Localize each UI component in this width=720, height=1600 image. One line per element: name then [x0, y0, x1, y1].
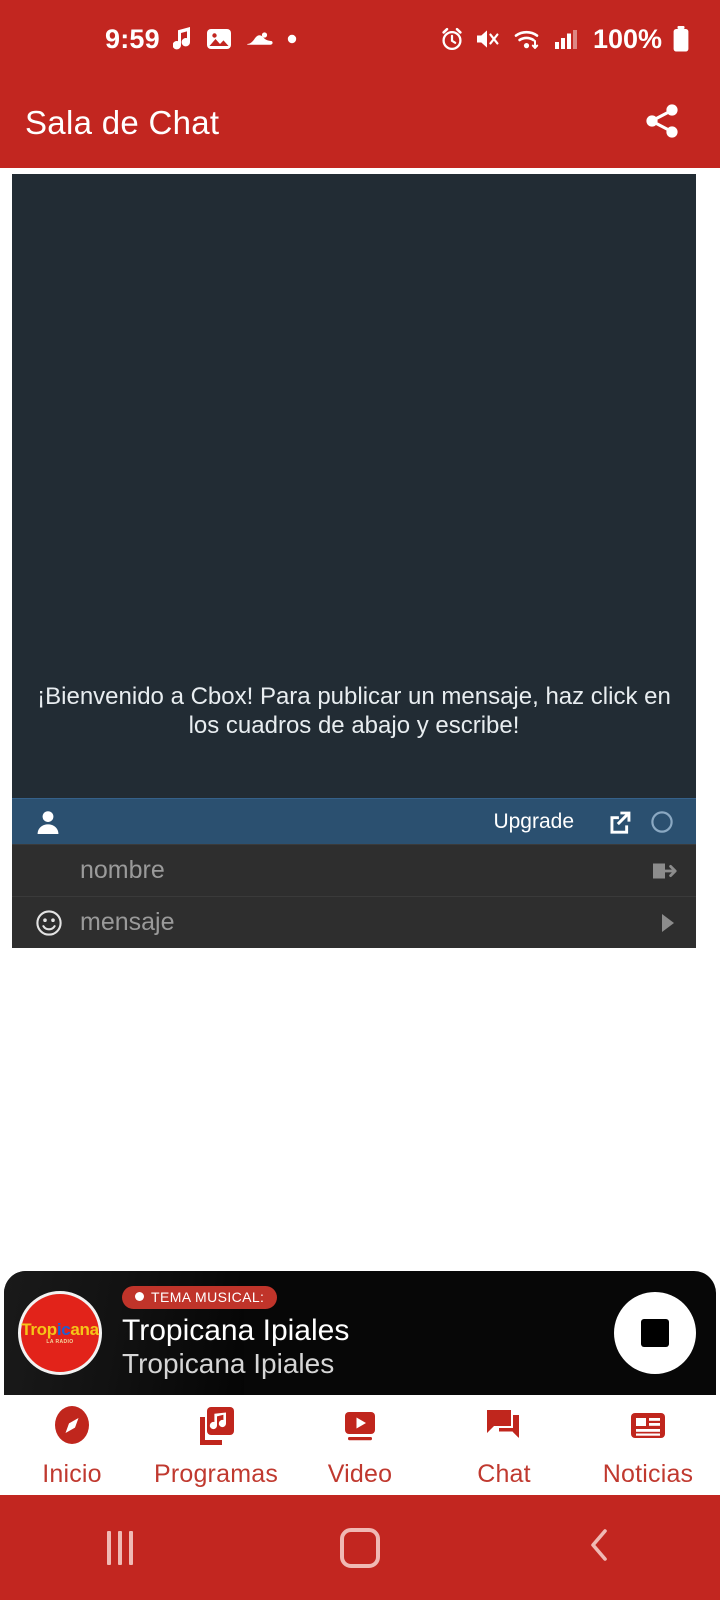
station-logo-word: Tropicana	[21, 1321, 99, 1338]
music-note-icon	[172, 26, 193, 52]
music-library-icon	[192, 1401, 240, 1454]
mute-vibrate-icon	[475, 26, 503, 52]
player-track-title: Tropicana Ipiales	[122, 1313, 350, 1347]
nav-item-noticias[interactable]: Noticias	[576, 1401, 720, 1489]
share-button[interactable]	[634, 95, 690, 151]
app-bar: Sala de Chat	[0, 78, 720, 168]
alarm-icon	[439, 26, 465, 52]
bottom-navigation: Inicio Programas Video Chat Noticias	[0, 1395, 720, 1495]
status-bar-clock: 9:59	[105, 23, 160, 54]
back-button[interactable]	[540, 1495, 660, 1600]
chat-welcome-message: ¡Bienvenido a Cbox! Para publicar un men…	[37, 683, 671, 739]
user-icon[interactable]	[34, 808, 62, 836]
login-arrow-icon[interactable]	[638, 857, 678, 885]
stop-icon	[641, 1319, 669, 1347]
message-input[interactable]: mensaje	[76, 908, 638, 937]
status-badge: TEMA MUSICAL:	[122, 1285, 278, 1309]
send-triangle-icon[interactable]	[638, 912, 678, 934]
chat-bubbles-icon	[480, 1401, 528, 1454]
nav-item-chat[interactable]: Chat	[432, 1401, 576, 1489]
status-bar-right: 100%	[439, 24, 690, 55]
wifi-icon	[513, 26, 543, 52]
audio-player-bar: Tropicana LA RADIO TEMA MUSICAL: Tropica…	[4, 1271, 716, 1395]
player-info: TEMA MUSICAL: Tropicana Ipiales Tropican…	[122, 1285, 614, 1381]
live-dot-icon	[135, 1292, 144, 1302]
nav-label-video: Video	[327, 1460, 393, 1488]
home-button[interactable]	[300, 1495, 420, 1600]
app-root: 9:59 100% Sala de Chat ¡Bienvenido a Cbo…	[0, 0, 720, 1600]
news-article-icon	[624, 1401, 672, 1454]
chat-message-field-row[interactable]: mensaje	[12, 896, 696, 948]
image-icon	[206, 27, 232, 51]
player-track-subtitle: Tropicana Ipiales	[122, 1348, 335, 1380]
signal-icon	[553, 26, 579, 52]
station-logo: Tropicana LA RADIO	[18, 1291, 102, 1375]
external-link-icon[interactable]	[602, 804, 638, 840]
nav-item-inicio[interactable]: Inicio	[0, 1401, 144, 1489]
back-chevron-icon	[582, 1525, 618, 1570]
share-icon	[641, 100, 683, 147]
nav-label-chat: Chat	[477, 1460, 531, 1488]
system-navigation-bar	[0, 1495, 720, 1600]
stop-button[interactable]	[614, 1292, 696, 1374]
upgrade-link[interactable]: Upgrade	[493, 810, 574, 834]
status-bar-left: 9:59	[105, 24, 298, 55]
nav-label-inicio: Inicio	[42, 1460, 102, 1488]
nav-label-programas: Programas	[153, 1460, 279, 1488]
dot-icon	[286, 33, 298, 45]
cbox-chat-widget: ¡Bienvenido a Cbox! Para publicar un men…	[12, 174, 696, 948]
nav-label-noticias: Noticias	[602, 1460, 694, 1488]
circle-icon[interactable]	[644, 804, 680, 840]
battery-percent-label: 100%	[592, 23, 662, 54]
status-badge-label: TEMA MUSICAL:	[151, 1288, 265, 1305]
chat-name-field-row[interactable]: nombre	[12, 844, 696, 896]
nav-item-video[interactable]: Video	[288, 1401, 432, 1489]
nav-item-programas[interactable]: Programas	[144, 1401, 288, 1489]
battery-icon	[672, 25, 690, 53]
page-title: Sala de Chat	[25, 104, 220, 141]
logo-text-b: ic	[56, 1320, 71, 1339]
main-content: ¡Bienvenido a Cbox! Para publicar un men…	[0, 168, 720, 1268]
name-input[interactable]: nombre	[76, 856, 638, 885]
recents-icon	[107, 1530, 133, 1565]
logo-text-c: ana	[70, 1320, 99, 1339]
logo-text-a: Trop	[21, 1320, 57, 1339]
recents-button[interactable]	[60, 1495, 180, 1600]
status-bar: 9:59 100%	[0, 0, 720, 78]
home-icon	[340, 1527, 380, 1568]
chat-message-area[interactable]: ¡Bienvenido a Cbox! Para publicar un men…	[12, 174, 696, 798]
cbox-toolbar: Upgrade	[12, 798, 696, 844]
logo-tagline: LA RADIO	[46, 1339, 74, 1345]
compass-icon	[48, 1401, 96, 1454]
video-play-icon	[336, 1401, 384, 1454]
shoe-icon	[245, 28, 273, 50]
smiley-icon[interactable]	[34, 908, 76, 938]
